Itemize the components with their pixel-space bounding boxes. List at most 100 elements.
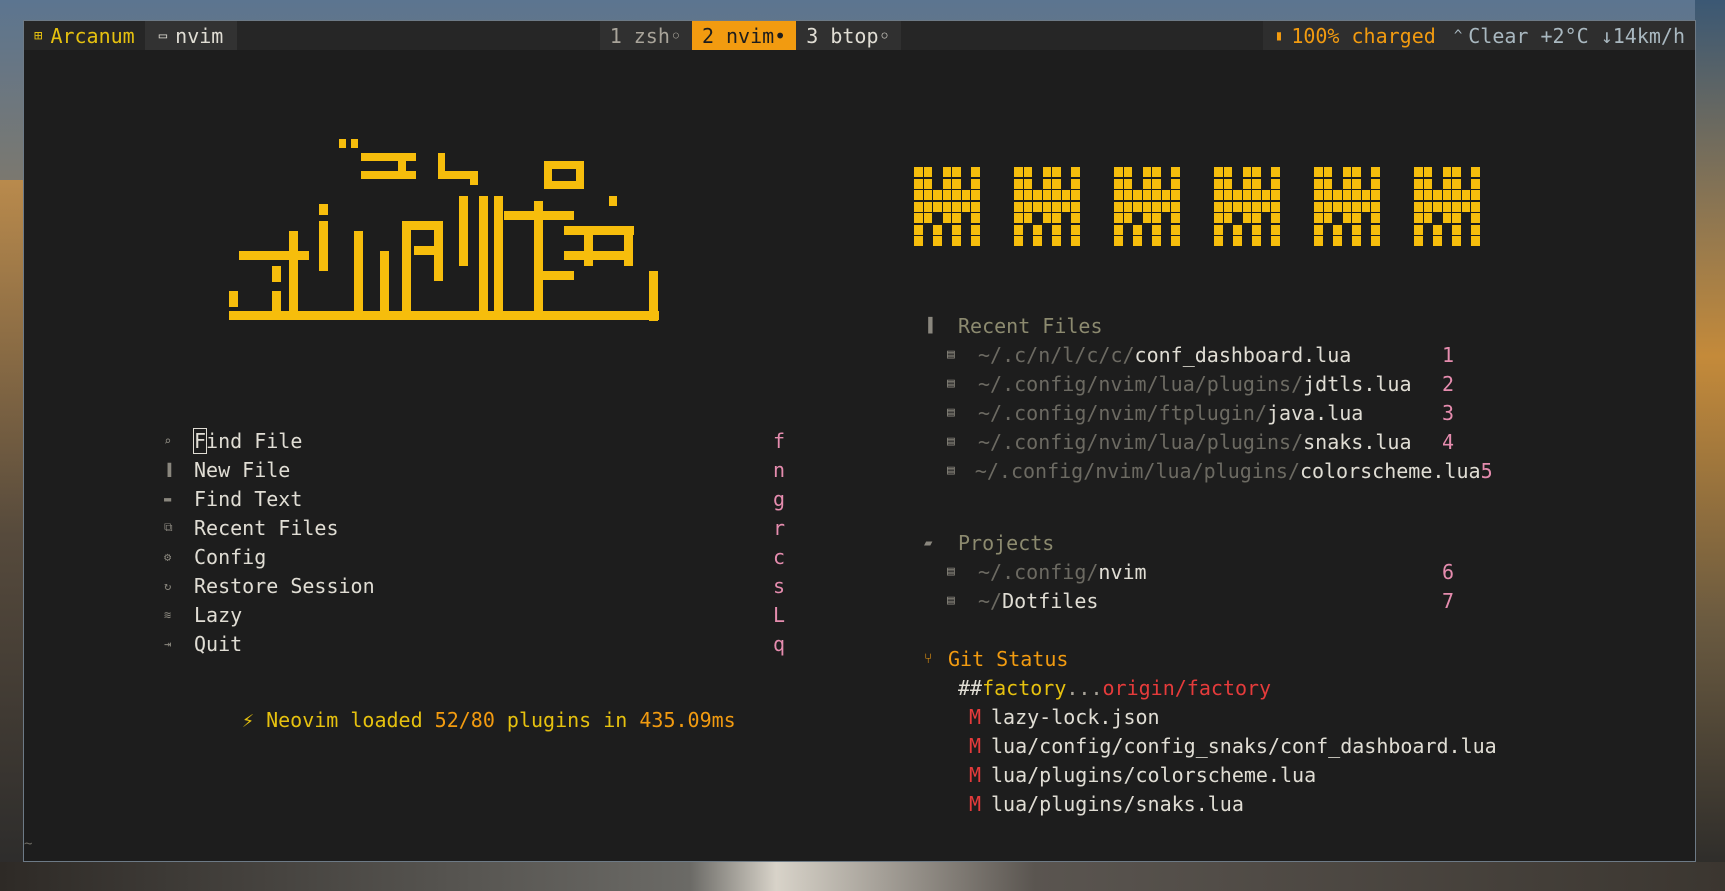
menu-item-find-text[interactable]: ▬ Find Text g <box>144 484 844 513</box>
logo-pixel <box>1452 167 1461 177</box>
logo-pixel <box>1233 190 1242 200</box>
logo-pixel <box>923 167 932 177</box>
git-path: lua/plugins/colorscheme.lua <box>991 762 1317 787</box>
logo-pixel <box>942 201 951 212</box>
logo-pixel <box>1161 201 1170 212</box>
file-dir: ~/.c/n/l/c/c/ <box>978 342 1135 367</box>
recent-file-1[interactable]: ▤ ~/.c/n/l/c/c/conf_dashboard.lua 1 <box>914 340 1614 369</box>
logo-pixel <box>1071 213 1080 223</box>
logo-pixel <box>1123 201 1132 212</box>
logo-pixel <box>1471 236 1480 246</box>
menu-label: ind File <box>206 428 303 453</box>
logo-pixel <box>1314 224 1323 235</box>
file-name: conf_dashboard.lua <box>1134 342 1352 367</box>
git-remote: origin/factory <box>1102 675 1272 700</box>
project-2[interactable]: ▤ ~/Dotfiles 7 <box>914 586 1614 615</box>
logo-pixel <box>1123 167 1132 177</box>
logo-pixel <box>1114 224 1123 235</box>
logo-pixel <box>952 201 961 212</box>
logo-pixel <box>1414 236 1423 246</box>
logo-pixel <box>1023 190 1032 200</box>
logo-pixel <box>1014 213 1023 223</box>
lazy-icon: ≋ <box>164 607 172 622</box>
plugins-loaded: 52/80 <box>434 708 495 732</box>
logo-pixel <box>1471 190 1480 200</box>
startup-middle: plugins in <box>494 708 640 732</box>
menu-label: Find Text <box>194 486 303 511</box>
logo-pixel <box>952 224 961 235</box>
logo-pixel <box>1452 224 1461 235</box>
logo-pixel <box>1014 224 1023 235</box>
logo-pixel <box>1371 167 1380 177</box>
logo-pixel <box>1452 201 1461 212</box>
logo-pixel <box>1242 213 1251 223</box>
file-icon: ▐ <box>924 317 933 334</box>
git-status-title: Git Status <box>948 646 1069 671</box>
git-change: Mlua/plugins/colorscheme.lua <box>914 760 1614 789</box>
tmux-window-btop[interactable]: 3 btop◦ <box>796 21 901 50</box>
recent-file-2[interactable]: ▤ ~/.config/nvim/lua/plugins/jdtls.lua 2 <box>914 369 1614 398</box>
menu-key: f <box>772 428 786 453</box>
recent-files-header: ▐ Recent Files <box>914 311 1614 340</box>
menu-item-lazy[interactable]: ≋ Lazy L <box>144 600 844 629</box>
logo-pixel <box>1433 190 1442 200</box>
menu-item-find-file[interactable]: ⌕ Find File f <box>144 426 844 455</box>
menu-item-quit[interactable]: ⇥ Quit q <box>144 629 844 658</box>
file-name: jdtls.lua <box>1303 371 1412 396</box>
menu-item-restore-session[interactable]: ↻ Restore Session s <box>144 571 844 600</box>
logo-pixel <box>1171 178 1180 189</box>
logo-pixel <box>1371 201 1380 212</box>
logo-pixel <box>1042 167 1051 177</box>
tmux-window-nvim[interactable]: 2 nvim• <box>691 21 797 50</box>
logo-pixel <box>1461 190 1470 200</box>
file-key: 4 <box>1441 429 1454 454</box>
logo-pixel <box>1152 178 1161 189</box>
menu-key: r <box>772 515 786 540</box>
folder-icon: ▰ <box>924 534 933 551</box>
logo-pixel <box>1352 224 1361 235</box>
recent-file-4[interactable]: ▤ ~/.config/nvim/lua/plugins/snaks.lua 4 <box>914 427 1614 456</box>
recent-file-3[interactable]: ▤ ~/.config/nvim/ftplugin/java.lua 3 <box>914 398 1614 427</box>
logo-pixel <box>952 190 961 200</box>
logo-pixel <box>961 201 970 212</box>
logo-pixel <box>1333 224 1342 235</box>
logo-pixel <box>1152 167 1161 177</box>
text-icon: ▬ <box>164 491 172 506</box>
logo-pixel <box>1114 178 1123 189</box>
project-1[interactable]: ▤ ~/.config/nvim 6 <box>914 557 1614 586</box>
project-name: nvim <box>1098 559 1147 584</box>
logo-pixel <box>971 236 980 246</box>
logo-pixel <box>1352 201 1361 212</box>
tmux-window-zsh[interactable]: 1 zsh◦ <box>599 21 692 50</box>
battery-text: 100% charged <box>1291 23 1436 48</box>
file-name: java.lua <box>1266 400 1364 425</box>
logo-pixel <box>1471 178 1480 189</box>
logo-pixel <box>1252 213 1261 223</box>
logo-pixel <box>1242 201 1251 212</box>
tmux-session[interactable]: ⊞ Arcanum <box>24 21 145 50</box>
logo-pixel <box>1442 213 1451 223</box>
logo-pixel <box>1033 201 1042 212</box>
menu-item-config[interactable]: ⚙ Config c <box>144 542 844 571</box>
logo-pixel <box>1071 236 1080 246</box>
logo-pixel <box>1071 178 1080 189</box>
logo-pixel <box>1242 178 1251 189</box>
logo-pixel <box>1133 236 1142 246</box>
git-mark: M <box>969 733 982 758</box>
logo-pixel <box>1342 178 1351 189</box>
menu-item-new-file[interactable]: ▐ New File n <box>144 455 844 484</box>
file-key: 3 <box>1441 400 1454 425</box>
logo-pixel <box>1014 190 1023 200</box>
menu-item-recent-files[interactable]: ⧉ Recent Files r <box>144 513 844 542</box>
logo-pixel <box>933 236 942 246</box>
logo-pixel <box>1433 236 1442 246</box>
logo-pixel <box>1442 190 1451 200</box>
weather-text: Clear +2°C ↓14km/h <box>1468 23 1685 48</box>
file-dir: ~/.config/nvim/lua/plugins/ <box>978 371 1304 396</box>
logo-pixel <box>1123 213 1132 223</box>
logo-pixel <box>1171 167 1180 177</box>
logo-pixel <box>971 213 980 223</box>
recent-file-5[interactable]: ▤ ~/.config/nvim/lua/plugins/colorscheme… <box>914 456 1614 485</box>
logo-pixel <box>1252 178 1261 189</box>
logo-pixel <box>971 167 980 177</box>
